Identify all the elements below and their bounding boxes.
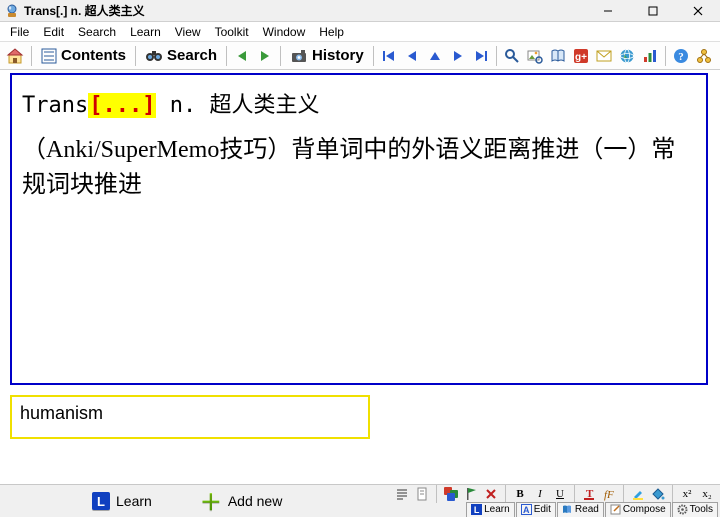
question-title: Trans[...] n. 超人类主义 xyxy=(22,87,696,119)
answer-pane[interactable]: humanism xyxy=(10,395,370,439)
window-title: Trans[.] n. 超人类主义 xyxy=(24,2,145,19)
status-tab-compose[interactable]: Compose xyxy=(605,502,671,517)
home-button[interactable] xyxy=(4,45,26,67)
status-tools-label: Tools xyxy=(690,504,713,515)
add-new-label: Add new xyxy=(228,493,282,509)
help-button[interactable]: ? xyxy=(671,45,691,67)
status-edit-label: Edit xyxy=(534,504,551,515)
answer-text: humanism xyxy=(20,403,103,423)
status-compose-label: Compose xyxy=(623,504,666,515)
add-new-button[interactable]: ＋ Add new xyxy=(188,485,295,517)
status-learn-label: Learn xyxy=(484,504,510,515)
svg-text:fF: fF xyxy=(604,489,614,501)
document-button[interactable] xyxy=(413,485,431,503)
menu-search[interactable]: Search xyxy=(72,23,122,41)
separator xyxy=(373,46,374,66)
back-button[interactable] xyxy=(232,45,252,67)
dictionary-button[interactable] xyxy=(548,45,568,67)
compose-icon xyxy=(610,504,621,515)
contents-icon xyxy=(41,48,57,64)
learn-icon: L xyxy=(92,492,110,510)
stats-button[interactable] xyxy=(640,45,660,67)
plus-icon: ＋ xyxy=(200,485,222,517)
menu-learn[interactable]: Learn xyxy=(124,23,167,41)
contents-label: Contents xyxy=(61,47,126,64)
app-icon xyxy=(4,3,20,19)
svg-text:g+: g+ xyxy=(575,52,587,63)
nav-prev-button[interactable] xyxy=(402,45,422,67)
question-pane[interactable]: Trans[...] n. 超人类主义 （Anki/SuperMemo技巧）背单… xyxy=(10,73,708,385)
binoculars-icon xyxy=(145,47,163,65)
status-tabs: LLearn AEdit Read Compose Tools xyxy=(466,501,718,517)
maximize-button[interactable] xyxy=(630,0,675,22)
search-label: Search xyxy=(167,47,217,64)
forward-button[interactable] xyxy=(255,45,275,67)
image-find-button[interactable] xyxy=(525,45,545,67)
align-button[interactable] xyxy=(393,485,411,503)
learn-label: Learn xyxy=(116,493,152,509)
separator xyxy=(280,46,281,66)
menu-view[interactable]: View xyxy=(169,23,207,41)
web-button[interactable] xyxy=(617,45,637,67)
close-button[interactable] xyxy=(675,0,720,22)
menu-bar: File Edit Search Learn View Toolkit Wind… xyxy=(0,22,720,42)
status-tab-read[interactable]: Read xyxy=(557,502,604,517)
main-toolbar: Contents Search History g+ ? xyxy=(0,42,720,70)
question-prefix: Trans xyxy=(22,93,88,118)
separator xyxy=(496,46,497,66)
mail-button[interactable] xyxy=(594,45,614,67)
menu-window[interactable]: Window xyxy=(257,23,312,41)
separator xyxy=(135,46,136,66)
bottom-toolbar: L Learn ＋ Add new B I U T fF x² x₂ LLear… xyxy=(0,484,720,517)
book-icon xyxy=(562,504,573,515)
window-controls xyxy=(585,0,720,22)
history-button[interactable]: History xyxy=(286,45,368,67)
menu-help[interactable]: Help xyxy=(313,23,350,41)
question-suffix: n. 超人类主义 xyxy=(156,93,319,118)
shapes-icon xyxy=(444,487,458,501)
svg-text:?: ? xyxy=(678,51,684,63)
minimize-button[interactable] xyxy=(585,0,630,22)
nav-next-button[interactable] xyxy=(448,45,468,67)
separator xyxy=(226,46,227,66)
menu-edit[interactable]: Edit xyxy=(37,23,70,41)
question-body: （Anki/SuperMemo技巧）背单词中的外语义距离推进（一）常规词块推进 xyxy=(22,133,696,203)
status-tab-learn[interactable]: LLearn xyxy=(466,502,515,517)
status-read-label: Read xyxy=(575,504,599,515)
nav-up-button[interactable] xyxy=(425,45,445,67)
content-pane: Trans[...] n. 超人类主义 （Anki/SuperMemo技巧）背单… xyxy=(10,73,708,480)
ancestor-button[interactable] xyxy=(694,45,714,67)
history-label: History xyxy=(312,47,364,64)
cloze-marker: [...] xyxy=(88,93,156,118)
learn-button[interactable]: L Learn xyxy=(80,485,164,517)
nav-last-button[interactable] xyxy=(471,45,491,67)
google-button[interactable]: g+ xyxy=(571,45,591,67)
search-button[interactable]: Search xyxy=(141,45,221,67)
title-bar: Trans[.] n. 超人类主义 xyxy=(0,0,720,22)
camera-icon xyxy=(290,47,308,65)
shapes-button[interactable] xyxy=(442,485,460,503)
find-button[interactable] xyxy=(502,45,522,67)
menu-file[interactable]: File xyxy=(4,23,35,41)
separator xyxy=(436,485,437,503)
separator xyxy=(31,46,32,66)
separator xyxy=(665,46,666,66)
status-tab-tools[interactable]: Tools xyxy=(672,502,718,517)
gear-icon xyxy=(677,504,688,515)
status-tab-edit[interactable]: AEdit xyxy=(516,502,556,517)
nav-first-button[interactable] xyxy=(379,45,399,67)
menu-toolkit[interactable]: Toolkit xyxy=(209,23,255,41)
contents-button[interactable]: Contents xyxy=(37,45,130,67)
